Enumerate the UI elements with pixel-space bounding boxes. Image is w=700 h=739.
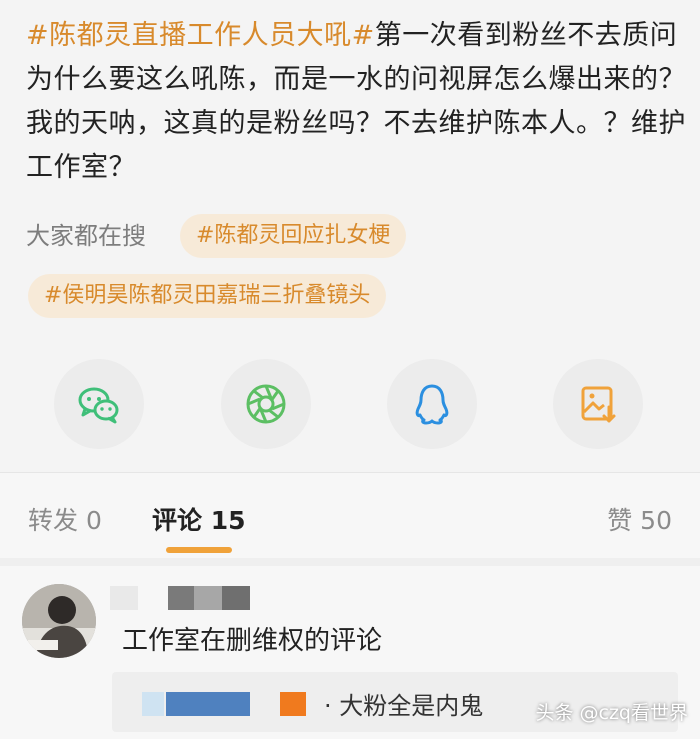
hot-search-label: 大家都在搜 <box>26 222 146 250</box>
post-area: #陈都灵直播工作人员大吼#第一次看到粉丝不去质问为什么要这么吼陈，而是一水的问视… <box>0 0 700 470</box>
save-image-icon <box>581 386 616 423</box>
reply-text: · 大粉全是内鬼 <box>324 692 484 720</box>
save-image-button[interactable] <box>553 359 643 449</box>
username-redacted <box>110 586 250 610</box>
tab-like[interactable]: 赞 50 <box>607 501 672 537</box>
tab-comment[interactable]: 评论 15 <box>152 501 246 537</box>
share-qq-button[interactable] <box>387 359 477 449</box>
post-text: #陈都灵直播工作人员大吼#第一次看到粉丝不去质问为什么要这么吼陈，而是一水的问视… <box>26 14 686 190</box>
interaction-tabs: 转发 0 评论 15 赞 50 <box>0 472 700 559</box>
active-tab-indicator <box>166 547 232 553</box>
moments-icon <box>246 384 286 424</box>
hot-search-chip[interactable]: #陈都灵回应扎女梗 <box>180 214 407 258</box>
share-moments-button[interactable] <box>221 359 311 449</box>
section-divider <box>0 558 700 566</box>
avatar[interactable] <box>22 584 96 658</box>
hot-search-chip[interactable]: #侯明昊陈都灵田嘉瑞三折叠镜头 <box>28 274 387 318</box>
wechat-icon <box>78 387 119 424</box>
share-wechat-button[interactable] <box>54 359 144 449</box>
tab-repost[interactable]: 转发 0 <box>28 501 102 537</box>
post-topic-link[interactable]: #陈都灵直播工作人员大吼# <box>26 20 375 51</box>
avatar-photo <box>22 584 96 658</box>
reply-username-redacted <box>142 692 164 716</box>
reply-badge-redacted <box>280 692 306 716</box>
comment-text: 工作室在删维权的评论 <box>122 626 383 656</box>
qq-icon <box>415 384 449 425</box>
watermark: 头条 @czq看世界 <box>535 702 688 724</box>
